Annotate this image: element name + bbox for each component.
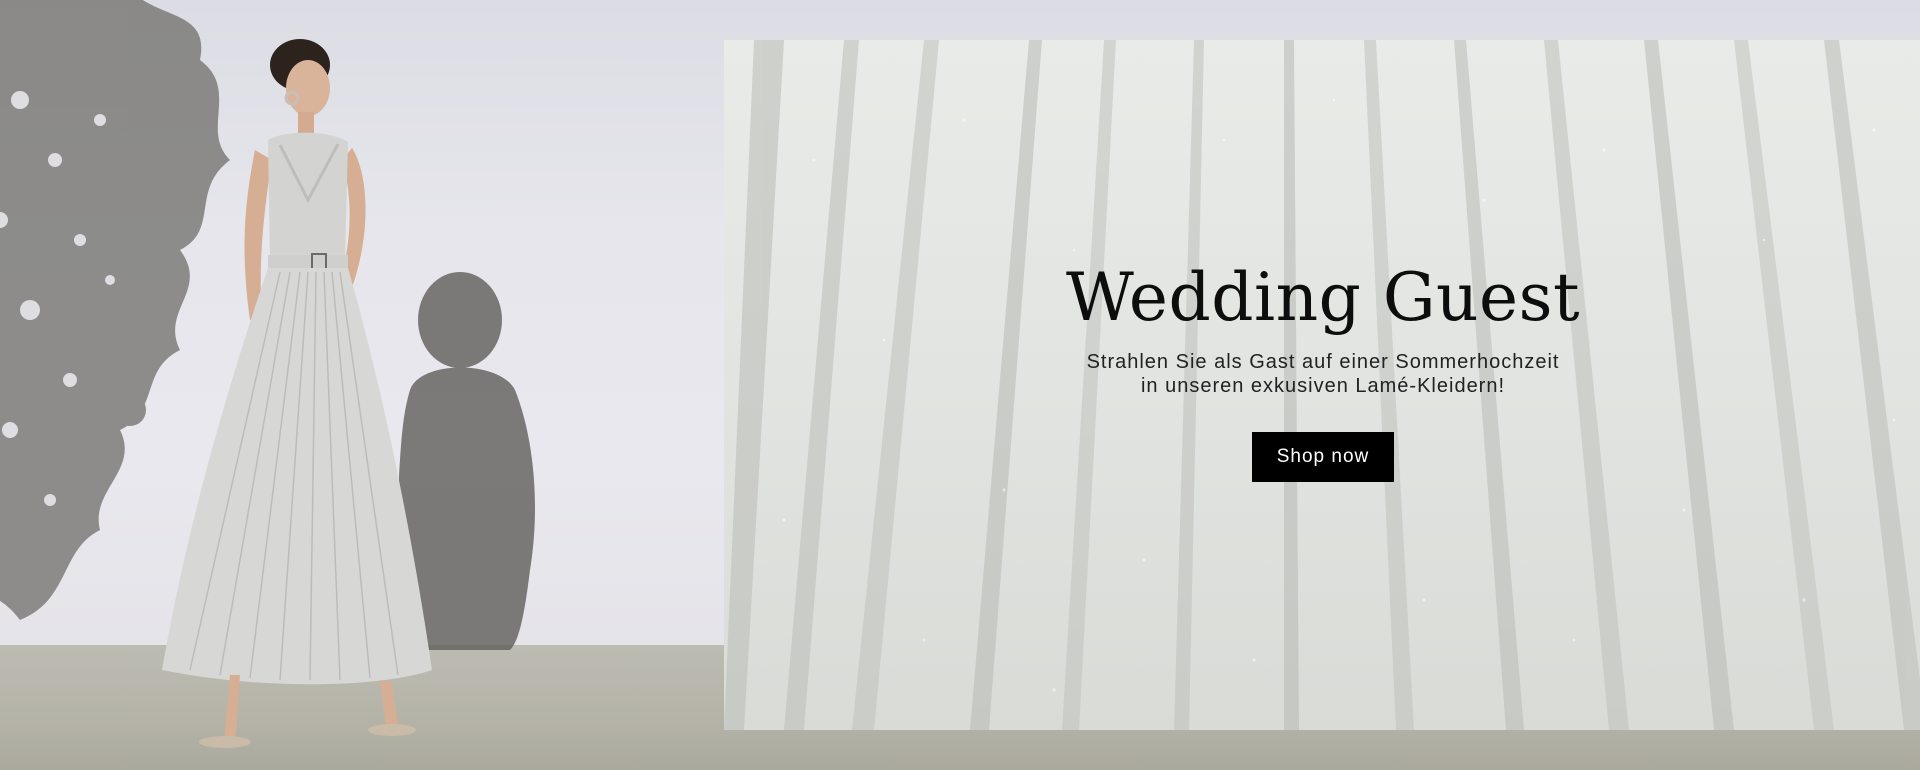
banner-subtitle: Strahlen Sie als Gast auf einer Sommerho… [1023,350,1623,398]
banner-title: Wedding Guest [1065,259,1581,336]
shop-now-button[interactable]: Shop now [1251,432,1395,482]
banner-subtitle-line-2: in unseren exkusiven Lamé-Kleidern! [1140,375,1506,397]
model-photo [162,39,432,748]
banner-subtitle-line-1: Strahlen Sie als Gast auf einer Sommerho… [1086,351,1560,373]
banner-content: Wedding Guest Strahlen Sie als Gast auf … [1023,260,1623,482]
hero-banner: Wedding Guest Strahlen Sie als Gast auf … [0,0,1920,770]
